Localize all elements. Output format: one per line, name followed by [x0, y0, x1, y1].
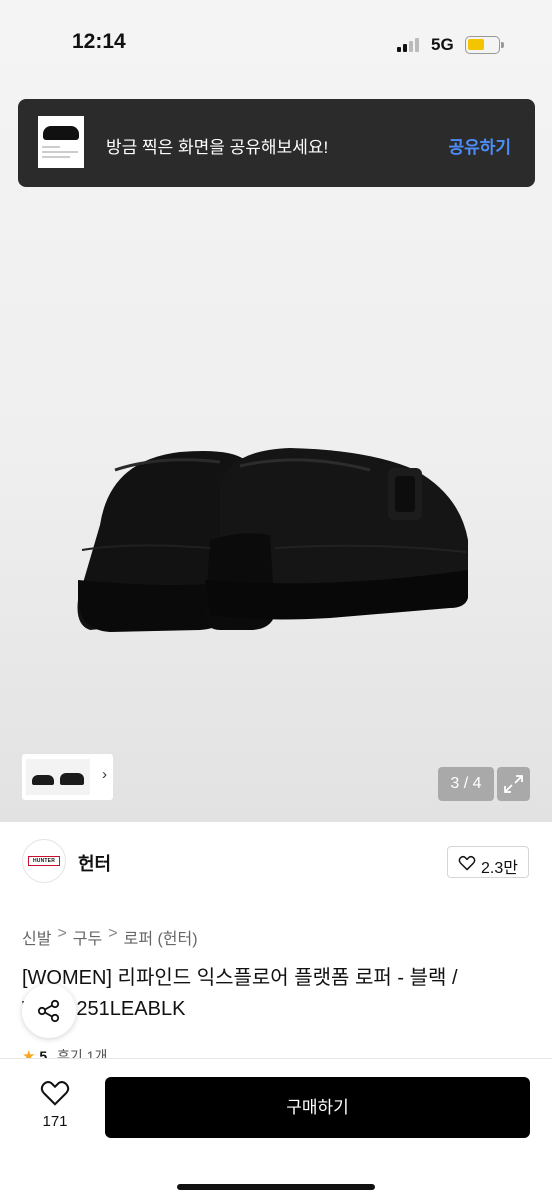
heart-icon: [40, 1081, 70, 1106]
expand-arrows-icon: [504, 775, 523, 793]
chevron-right-icon: >: [57, 925, 67, 942]
battery-icon: [465, 36, 504, 54]
product-image-area[interactable]: 12:14 5G 방금 찍은 화면을 공유해보세요! 공유하기 › 3 / 4: [0, 0, 552, 822]
image-counter: 3 / 4: [438, 767, 494, 801]
product-photo: [77, 448, 468, 632]
screenshot-thumbnail: [38, 116, 84, 168]
screenshot-share-toast: 방금 찍은 화면을 공유해보세요! 공유하기: [18, 99, 535, 187]
brand-name[interactable]: 헌터: [78, 850, 111, 876]
thumbnail-image[interactable]: [26, 759, 90, 795]
status-bar: 12:14 5G: [0, 0, 552, 90]
breadcrumb-item[interactable]: 구두: [73, 925, 102, 949]
brand-row: HUNTER 헌터 2.3만: [0, 822, 552, 900]
breadcrumb-item[interactable]: 로퍼 (헌터): [124, 925, 198, 949]
brand-like-count: 2.3만: [481, 860, 518, 877]
share-button[interactable]: [22, 984, 76, 1038]
home-indicator: [177, 1184, 375, 1190]
chevron-right-icon[interactable]: ›: [102, 766, 107, 783]
signal-icon: [397, 36, 423, 52]
heart-icon: [458, 855, 476, 871]
breadcrumb: 신발 > 구두 > 로퍼 (헌터): [22, 925, 198, 949]
buy-button[interactable]: 구매하기: [105, 1077, 530, 1138]
toast-message: 방금 찍은 화면을 공유해보세요!: [106, 138, 329, 157]
wishlist-count: 171: [42, 1113, 68, 1130]
brand-like-button[interactable]: 2.3만: [447, 846, 529, 878]
status-time: 12:14: [72, 30, 126, 53]
share-action-button[interactable]: 공유하기: [448, 133, 511, 158]
network-label: 5G: [431, 35, 454, 54]
brand-logo[interactable]: HUNTER: [22, 839, 66, 883]
breadcrumb-item[interactable]: 신발: [22, 925, 51, 949]
image-thumbnail-strip[interactable]: ›: [22, 754, 113, 800]
wishlist-button[interactable]: 171: [20, 1077, 90, 1137]
expand-image-button[interactable]: [497, 767, 530, 801]
brand-logo-text: HUNTER: [28, 856, 60, 866]
chevron-right-icon: >: [108, 925, 118, 942]
product-title: [WOMEN] 리파인드 익스플로어 플랫폼 로퍼 - 블랙 / WFF2251…: [22, 967, 458, 1020]
share-icon: [37, 999, 60, 1023]
bottom-action-bar: 171 구매하기: [0, 1058, 552, 1200]
